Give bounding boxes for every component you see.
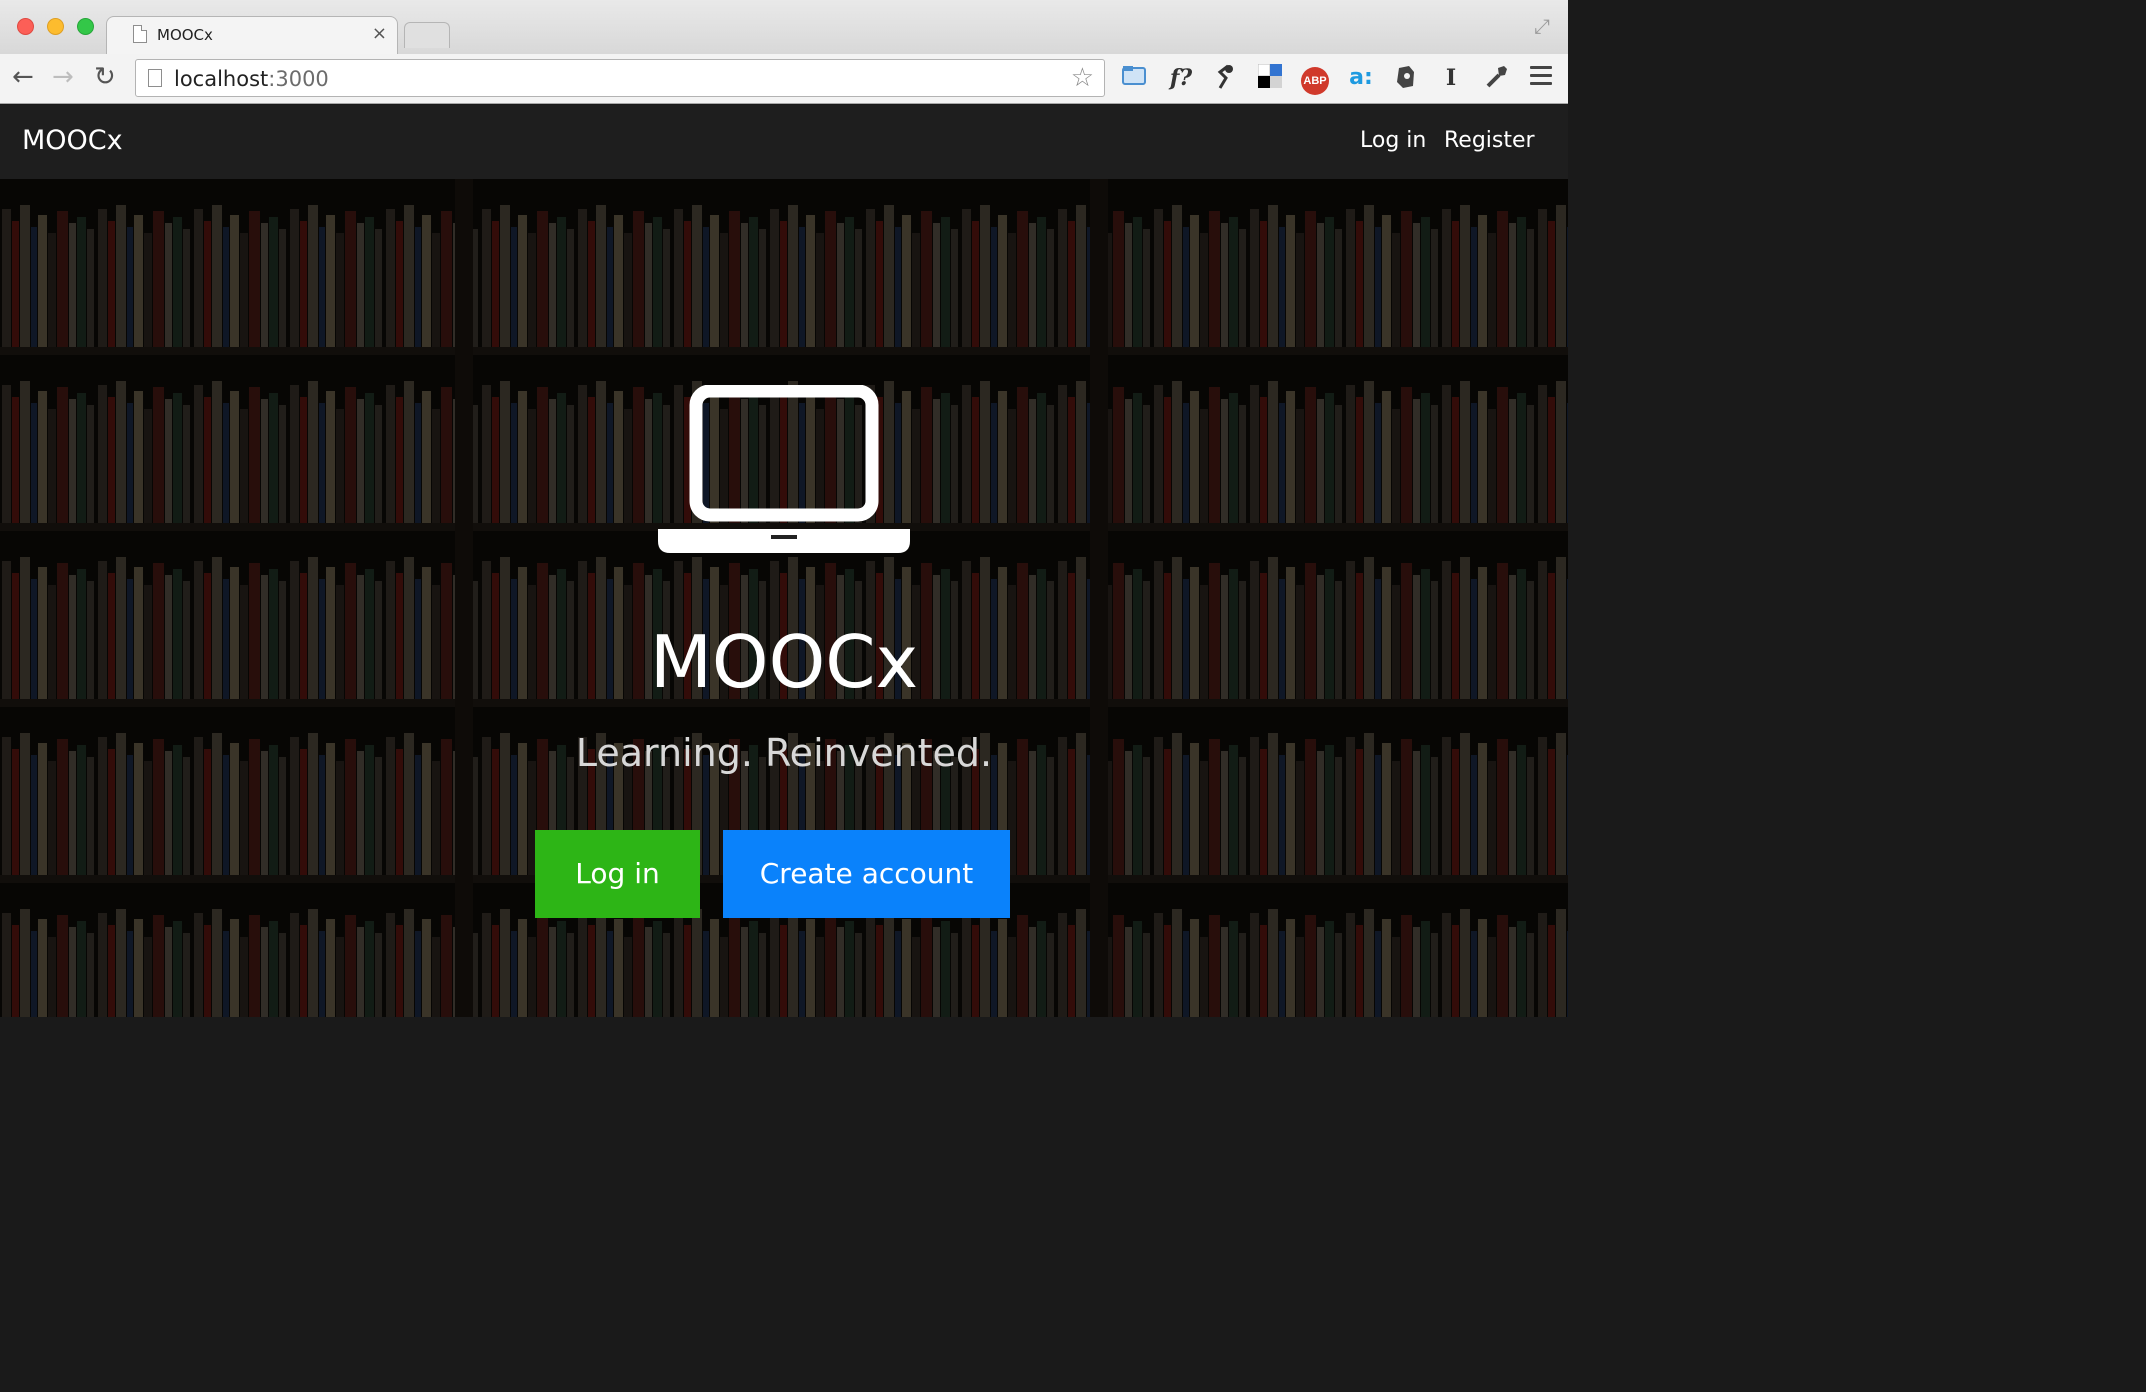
nav-login-link[interactable]: Log in	[1360, 128, 1426, 153]
create-account-button[interactable]: Create account	[723, 830, 1010, 918]
browser-toolbar: ← → ↻ localhost:3000 ☆ f? ABP a: I	[0, 54, 1568, 104]
instapaper-icon[interactable]: I	[1436, 64, 1466, 92]
nav-register-link[interactable]: Register	[1444, 128, 1535, 153]
brand-logo[interactable]: MOOCx	[22, 125, 123, 156]
amazon-icon[interactable]: a:	[1346, 64, 1376, 92]
wrench-icon[interactable]	[1482, 64, 1512, 92]
login-button[interactable]: Log in	[535, 830, 700, 918]
browser-titlebar: MOOCx × ⤢	[0, 0, 1568, 55]
reload-icon[interactable]: ↻	[94, 62, 116, 92]
formula-icon[interactable]: f?	[1164, 64, 1198, 92]
url-text[interactable]: localhost:3000	[174, 67, 329, 91]
laptop-icon	[658, 385, 910, 553]
hero-tagline: Learning. Reinvented.	[575, 731, 993, 775]
page-icon	[133, 25, 147, 43]
window-close-button[interactable]	[17, 18, 34, 35]
fullscreen-icon[interactable]: ⤢	[1534, 14, 1550, 38]
address-bar[interactable]: localhost:3000 ☆	[135, 59, 1105, 97]
adblock-label: ABP	[1301, 67, 1329, 95]
back-arrow-icon[interactable]: ←	[12, 62, 34, 92]
hero-title: MOOCx	[649, 620, 919, 704]
menu-icon[interactable]	[1530, 66, 1552, 90]
adblock-icon[interactable]: ABP	[1300, 64, 1330, 95]
lamp-icon[interactable]	[1210, 64, 1238, 92]
window-minimize-button[interactable]	[47, 18, 64, 35]
site-navbar: MOOCx Log in Register	[0, 105, 1568, 179]
forward-arrow-icon[interactable]: →	[52, 62, 74, 92]
window-maximize-button[interactable]	[77, 18, 94, 35]
bookmark-star-icon[interactable]: ☆	[1071, 63, 1094, 93]
cast-icon[interactable]	[1120, 64, 1148, 92]
browser-tab[interactable]: MOOCx ×	[106, 16, 398, 54]
url-port: :3000	[268, 67, 329, 91]
evernote-icon[interactable]	[1390, 64, 1420, 92]
tab-close-icon[interactable]: ×	[372, 23, 387, 44]
delicious-icon[interactable]	[1256, 63, 1284, 92]
tab-title: MOOCx	[157, 26, 213, 44]
hero-section: MOOCx Learning. Reinvented. Log in Creat…	[0, 179, 1568, 1017]
new-tab-button[interactable]	[404, 22, 450, 48]
url-host: localhost	[174, 67, 269, 91]
page-icon	[148, 69, 162, 87]
